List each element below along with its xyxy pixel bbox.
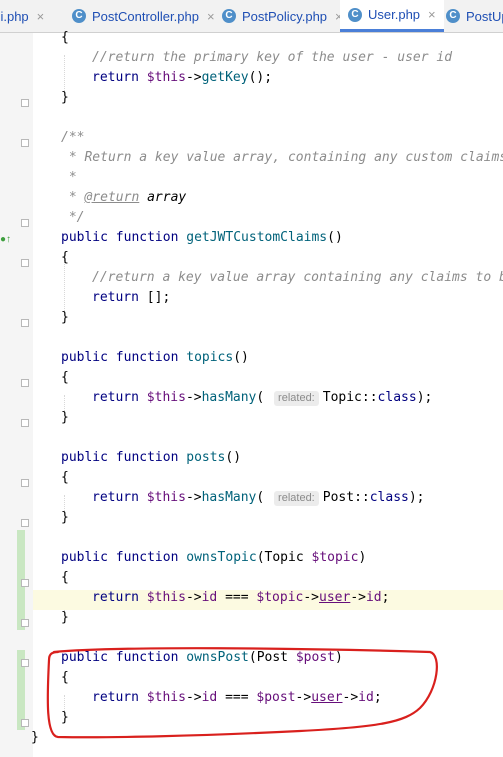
annotation-outline <box>46 647 438 739</box>
red-highlight-annotation <box>46 647 438 739</box>
